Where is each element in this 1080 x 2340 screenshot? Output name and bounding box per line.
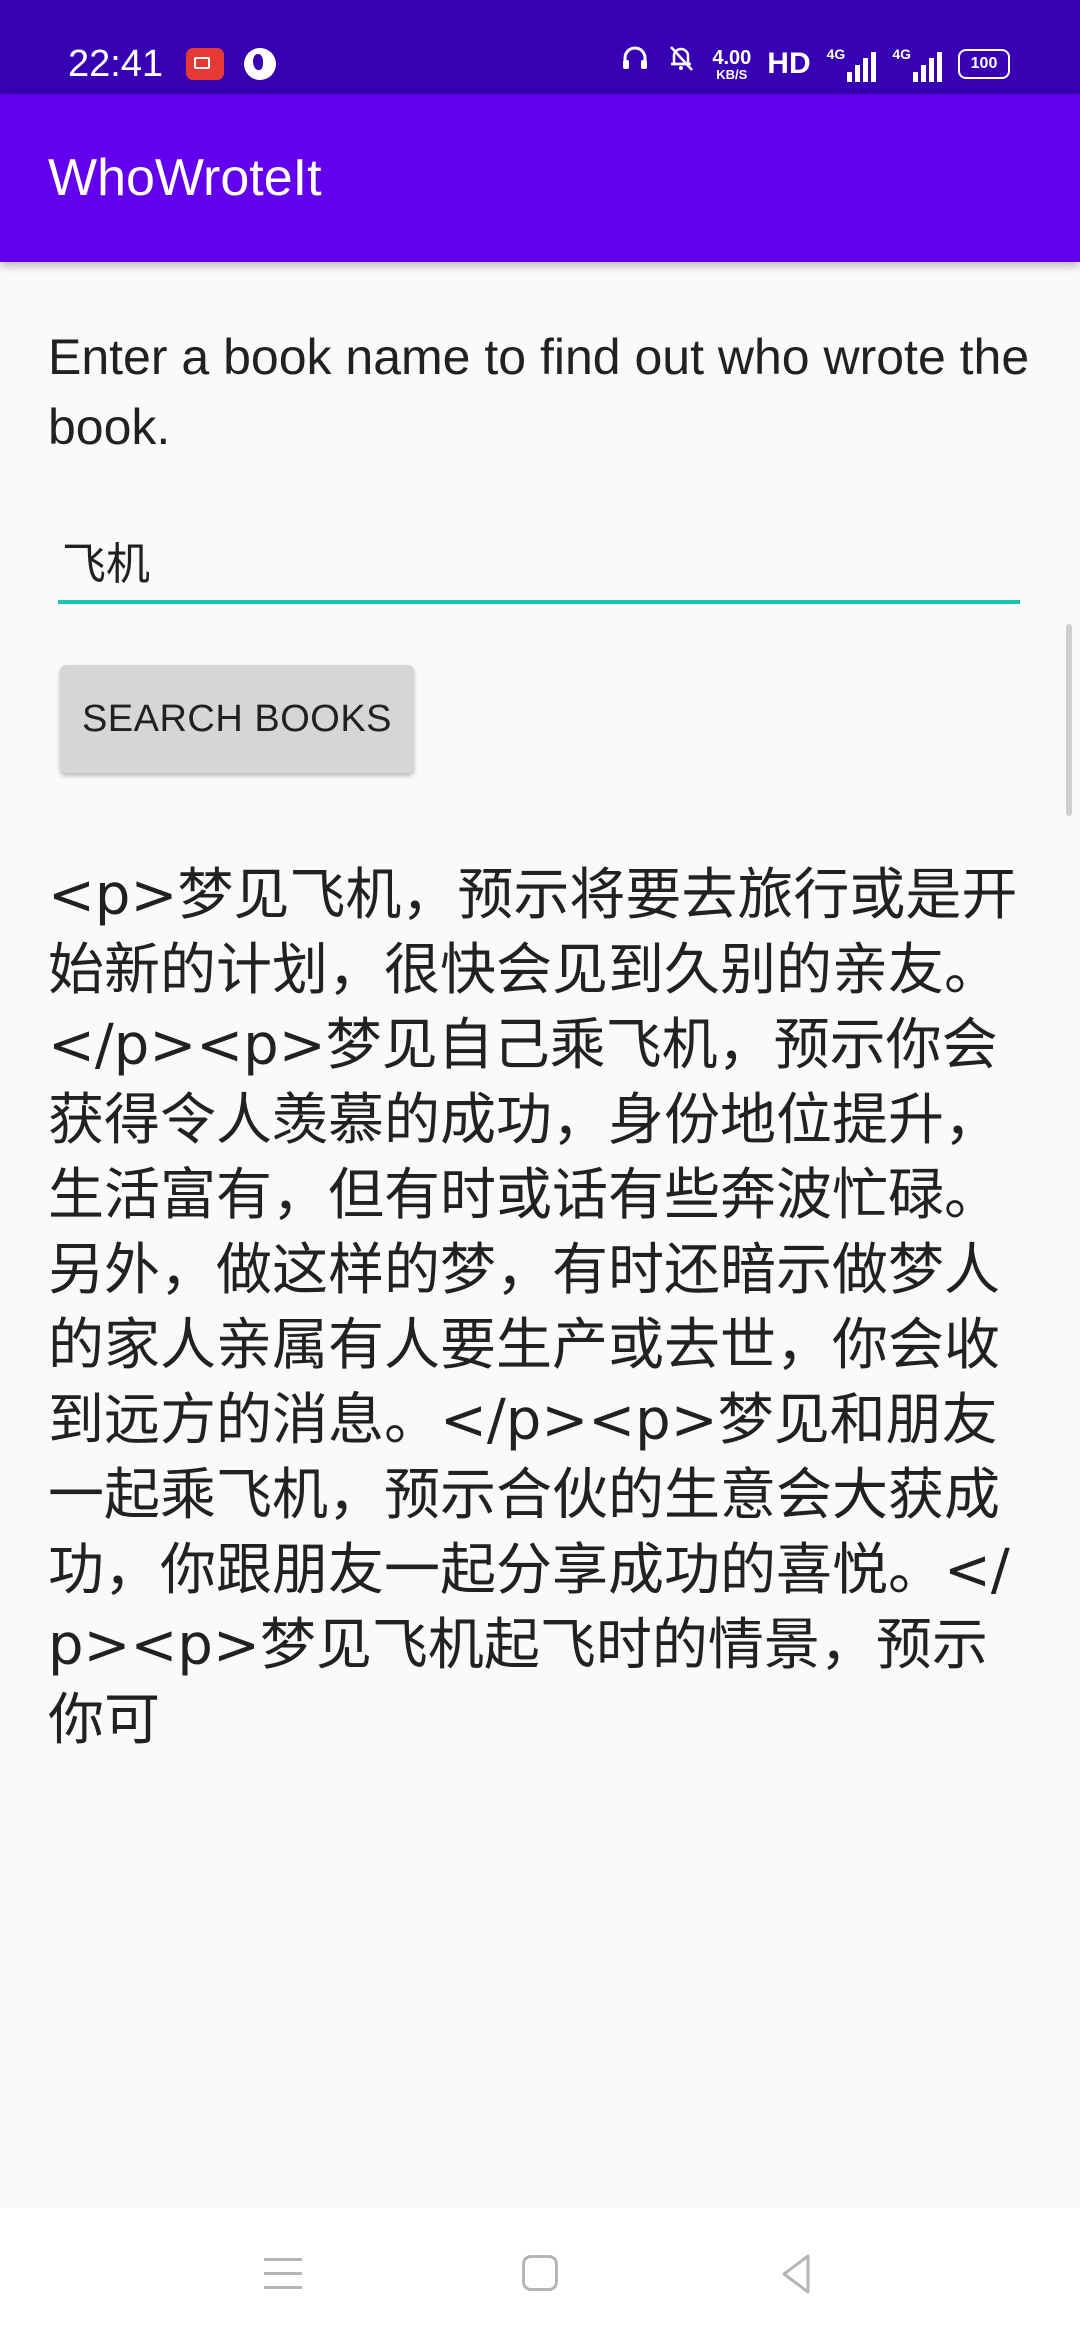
signal-bars-2 (913, 52, 942, 82)
signal-bars-1 (847, 52, 877, 82)
signal-icon-2: 4G (892, 46, 942, 82)
network-speed: 4.00 KB/S (712, 48, 751, 81)
menu-icon[interactable] (264, 2258, 302, 2290)
status-bar: 22:41 4.00 KB/S HD 4G 4G 100 (0, 0, 1080, 94)
book-search-input[interactable] (58, 534, 1020, 586)
mute-bell-icon (666, 42, 696, 86)
search-books-button[interactable]: SEARCH BOOKS (60, 665, 414, 773)
app-screen: 22:41 4.00 KB/S HD 4G 4G 100 WhoWroteIt … (0, 0, 1080, 2340)
app-bar: WhoWroteIt (0, 94, 1080, 262)
globe-icon (244, 48, 276, 80)
network-type-1: 4G (826, 46, 846, 62)
network-speed-value: 4.00 (712, 46, 752, 69)
battery-icon: 100 (958, 49, 1010, 79)
hd-voice-label: HD (767, 47, 811, 80)
book-search-field[interactable] (58, 520, 1020, 604)
instructions-text: Enter a book name to find out who wrote … (48, 329, 1030, 455)
navigation-bar (0, 2208, 1080, 2340)
signal-icon: 4G (827, 46, 877, 82)
screen-record-icon (186, 48, 224, 80)
status-time: 22:41 (68, 43, 164, 85)
network-speed-unit: KB/S (716, 66, 748, 82)
result-text: <p>梦见飞机，预示将要去旅行或是开始新的计划，很快会见到久别的亲友。</p><… (48, 863, 1018, 1753)
scrollbar[interactable] (1066, 624, 1072, 816)
headphones-icon (620, 42, 650, 86)
app-title: WhoWroteIt (48, 149, 322, 207)
back-icon[interactable] (776, 2252, 816, 2296)
status-indicators: 4.00 KB/S HD 4G 4G 100 (620, 42, 1010, 86)
network-type-2: 4G (892, 46, 911, 62)
home-icon[interactable] (522, 2255, 558, 2291)
